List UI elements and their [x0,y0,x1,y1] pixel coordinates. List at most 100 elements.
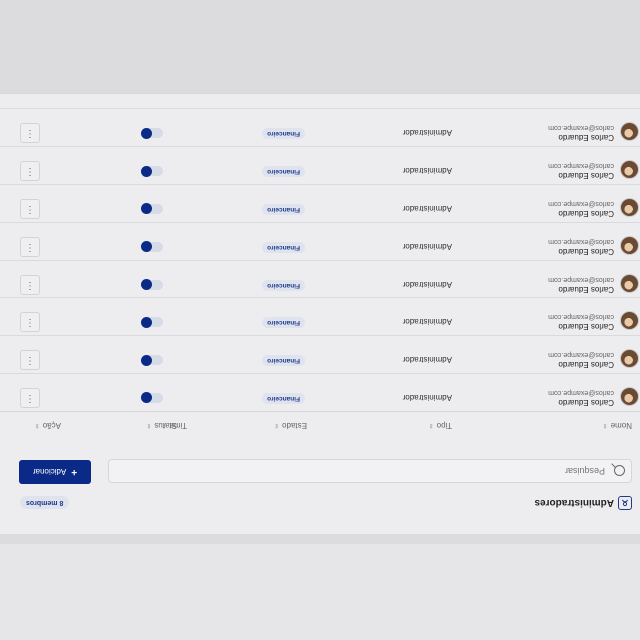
member-email: carlos@exampe.com [548,351,614,359]
status-toggle[interactable] [141,279,163,291]
status-toggle[interactable] [141,127,163,139]
toggle-knob [141,354,152,366]
column-header-ao[interactable]: Ação ⇕ [35,421,61,430]
toggle-knob [141,165,152,177]
more-vertical-icon: ⋮ [25,279,35,291]
toggle-knob [141,203,152,215]
column-header-nome[interactable]: Nome ⇕ [603,421,632,430]
status-toggle[interactable] [141,165,163,177]
team-badge: Financeiro [262,393,305,404]
more-vertical-icon: ⋮ [25,393,35,404]
top-band [0,544,640,640]
card-header: Administradores 8 membros [20,492,632,514]
team-badge: Financeiro [262,241,305,253]
team-badge: Financeiro [262,279,305,291]
team-badge: Financeiro [262,317,305,329]
member-type: Administrador [402,128,452,138]
status-toggle[interactable] [141,203,163,215]
table-row: Carlos Eduardo carlos@exampe.com Administr… [0,108,640,148]
member-email: carlos@exampe.com [548,200,614,207]
toggle-knob [141,241,152,253]
member-name: Carlos Eduardo [558,133,614,143]
table-row: Carlos Eduardo carlos@exampe.com Administr… [0,259,640,299]
table-row: Carlos Eduardo carlos@exampe.com Administr… [0,146,640,186]
table-row: Carlos Eduardo carlos@exampe.com Administr… [0,297,640,337]
search-input[interactable] [123,465,607,477]
add-button[interactable]: + Adicionar [19,460,91,484]
row-actions-button[interactable]: ⋮ [20,199,40,219]
status-toggle[interactable] [141,241,163,253]
administrators-card: Administradores 8 membros + Adicionar No… [0,93,640,534]
member-name: Carlos Eduardo [558,171,614,181]
plus-icon: + [71,466,78,478]
member-name: Carlos Eduardo [558,246,614,256]
toggle-knob [141,127,152,139]
more-vertical-icon: ⋮ [25,166,35,178]
member-type: Administrador [402,279,452,289]
avatar [620,311,639,331]
member-name: Carlos Eduardo [558,209,614,218]
member-type: Administrador [402,241,452,251]
search-box[interactable] [108,459,632,483]
member-name: Carlos Eduardo [558,398,614,407]
toggle-knob [141,392,152,404]
row-actions-button[interactable]: ⋮ [20,274,40,295]
status-toggle[interactable] [141,392,163,404]
column-header-label: Nome [610,421,632,430]
sort-icon: ⇕ [602,422,608,429]
avatar [620,235,639,255]
member-name: Carlos Eduardo [558,284,614,294]
column-header-tipo[interactable]: Tipo ⇕ [429,421,452,430]
avatar [620,349,639,369]
column-header-label: Tipo [436,421,452,430]
sort-icon: ⇕ [274,422,280,429]
team-badge: Financeiro [262,166,305,178]
member-type: Administrador [402,317,452,327]
row-actions-button[interactable]: ⋮ [20,236,40,257]
page-title: Administradores [534,497,614,509]
member-email: carlos@exampe.com [548,162,614,170]
team-badge: Financeiro [262,204,305,215]
sort-icon: ⇕ [146,422,152,429]
sort-icon: ⇕ [428,422,434,429]
column-header-label: Estado [282,421,307,430]
member-email: carlos@exampe.com [548,237,614,245]
table-row: Carlos Eduardo carlos@exampe.com Administr… [0,221,640,261]
column-header-label: Ação [42,421,61,430]
member-name: Carlos Eduardo [558,322,614,332]
member-type: Administrador [402,393,452,402]
avatar [620,387,639,406]
column-header-estado[interactable]: Estado ⇕ [274,421,307,430]
member-type: Administrador [402,355,452,365]
row-actions-button[interactable]: ⋮ [20,388,40,408]
avatar [620,198,639,217]
more-vertical-icon: ⋮ [25,204,35,215]
toggle-knob [141,316,152,328]
avatar [620,122,639,142]
table-row: Carlos Eduardo carlos@exampe.com Administr… [0,335,640,375]
more-vertical-icon: ⋮ [25,355,35,367]
member-type: Administrador [402,204,452,213]
more-vertical-icon: ⋮ [25,317,35,329]
more-vertical-icon: ⋮ [25,128,35,140]
more-vertical-icon: ⋮ [25,241,35,253]
member-name: Carlos Eduardo [558,360,614,370]
status-toggle[interactable] [141,354,163,366]
avatar [620,160,639,180]
table-row: Carlos Eduardo carlos@exampe.com Administr… [0,373,640,412]
table-header: Nome ⇕ Tipo ⇕ Estado ⇕ Time ⇕ Status ⇕ Ação ⇕ [0,411,640,434]
row-actions-button[interactable]: ⋮ [20,161,40,182]
row-actions-button[interactable]: ⋮ [20,123,40,144]
row-actions-button[interactable]: ⋮ [20,312,40,333]
status-toggle[interactable] [141,316,163,328]
search-icon [614,465,625,477]
column-header-status[interactable]: Status ⇕ [146,421,177,430]
toolbar: + Adicionar [0,458,640,484]
team-badge: Financeiro [262,128,305,140]
row-actions-button[interactable]: ⋮ [20,350,40,371]
sort-icon: ⇕ [34,422,40,429]
add-button-label: Adicionar [32,467,67,477]
avatar [620,273,639,293]
member-email: carlos@exampe.com [548,275,614,283]
member-email: carlos@exampe.com [548,124,614,132]
